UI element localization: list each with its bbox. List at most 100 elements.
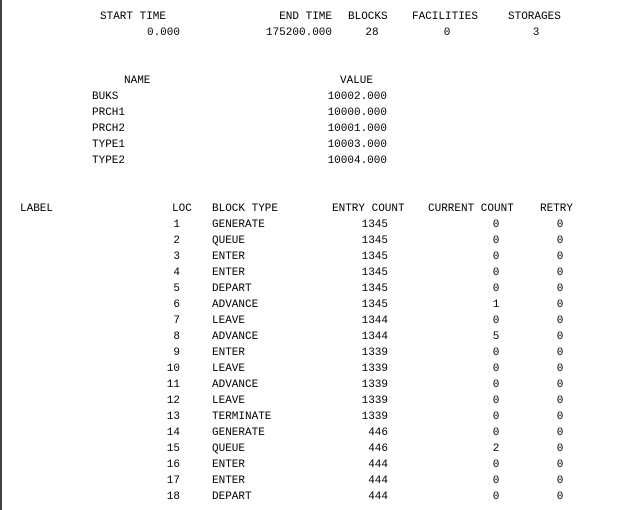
current-count-cell: 0: [492, 459, 500, 471]
start-time-header: START TIME: [100, 11, 167, 23]
retry-cell: 0: [556, 283, 564, 295]
retry-cell: 0: [556, 443, 564, 455]
current-count-cell: 5: [492, 331, 500, 343]
entry-count-cell: 446: [368, 427, 388, 439]
blocks-header: BLOCKS: [348, 11, 388, 23]
entry-count-cell: 1345: [361, 251, 388, 263]
start-time-value: 0.000: [146, 27, 180, 39]
retry-header: RETRY: [540, 203, 574, 215]
current-count-cell: 0: [492, 379, 500, 391]
entry-count-cell: 444: [368, 491, 388, 503]
retry-cell: 0: [556, 267, 564, 279]
name-cell: PRCH2: [92, 123, 126, 135]
current-count-cell: 0: [492, 251, 500, 263]
block-type-cell: DEPART: [212, 283, 252, 295]
block-type-cell: GENERATE: [212, 219, 265, 231]
value-cell: 10002.000: [327, 91, 387, 103]
retry-cell: 0: [556, 475, 564, 487]
loc-cell: 13: [166, 411, 180, 423]
loc-cell: 17: [166, 475, 180, 487]
entry-count-header: ENTRY COUNT: [332, 203, 405, 215]
current-count-cell: 0: [492, 283, 500, 295]
storages-header: STORAGES: [508, 11, 561, 23]
current-count-cell: 0: [492, 475, 500, 487]
block-type-cell: ADVANCE: [212, 379, 259, 391]
loc-header: LOC: [172, 203, 192, 215]
current-count-cell: 0: [492, 427, 500, 439]
retry-cell: 0: [556, 459, 564, 471]
loc-cell: 9: [173, 347, 180, 359]
entry-count-cell: 1345: [361, 235, 388, 247]
loc-cell: 4: [173, 267, 180, 279]
block-type-cell: ENTER: [212, 475, 246, 487]
block-type-cell: LEAVE: [212, 395, 246, 407]
loc-cell: 15: [166, 443, 180, 455]
entry-count-cell: 1345: [361, 219, 388, 231]
loc-cell: 7: [173, 315, 180, 327]
entry-count-cell: 1339: [361, 379, 388, 391]
facilities-value: 0: [443, 27, 451, 39]
block-type-cell: QUEUE: [212, 443, 246, 455]
value-cell: 10003.000: [327, 139, 387, 151]
block-type-header: BLOCK TYPE: [212, 203, 279, 215]
blocks-value: 28: [365, 27, 379, 39]
entry-count-cell: 444: [368, 475, 388, 487]
entry-count-cell: 1344: [361, 331, 388, 343]
block-type-cell: ADVANCE: [212, 299, 259, 311]
end-time-header: END TIME: [279, 11, 332, 23]
entry-count-cell: 1345: [361, 267, 388, 279]
facilities-header: FACILITIES: [412, 11, 479, 23]
current-count-cell: 0: [492, 411, 500, 423]
name-cell: BUKS: [92, 91, 119, 103]
loc-cell: 10: [166, 363, 180, 375]
entry-count-cell: 1339: [361, 411, 388, 423]
name-cell: PRCH1: [92, 107, 126, 119]
loc-cell: 8: [173, 331, 180, 343]
current-count-cell: 0: [492, 235, 500, 247]
loc-cell: 1: [173, 219, 180, 231]
block-type-cell: ENTER: [212, 267, 246, 279]
retry-cell: 0: [556, 299, 564, 311]
loc-cell: 2: [173, 235, 180, 247]
entry-count-cell: 1339: [361, 395, 388, 407]
name-cell: TYPE1: [92, 139, 126, 151]
current-count-cell: 0: [492, 363, 500, 375]
name-header: NAME: [124, 75, 151, 87]
retry-cell: 0: [556, 491, 564, 503]
entry-count-cell: 444: [368, 459, 388, 471]
block-type-cell: ENTER: [212, 251, 246, 263]
retry-cell: 0: [556, 363, 564, 375]
label-header: LABEL: [20, 203, 54, 215]
loc-cell: 14: [166, 427, 180, 439]
storages-value: 3: [532, 27, 540, 39]
retry-cell: 0: [556, 379, 564, 391]
value-cell: 10004.000: [327, 155, 387, 167]
value-header: VALUE: [340, 75, 374, 87]
block-type-cell: ADVANCE: [212, 331, 259, 343]
value-cell: 10001.000: [327, 123, 387, 135]
block-type-cell: GENERATE: [212, 427, 265, 439]
block-type-cell: QUEUE: [212, 235, 246, 247]
loc-cell: 11: [166, 379, 180, 391]
current-count-cell: 2: [492, 443, 500, 455]
retry-cell: 0: [556, 411, 564, 423]
retry-cell: 0: [556, 219, 564, 231]
entry-count-cell: 1345: [361, 283, 388, 295]
loc-cell: 16: [166, 459, 180, 471]
loc-cell: 12: [166, 395, 180, 407]
retry-cell: 0: [556, 235, 564, 247]
loc-cell: 6: [173, 299, 180, 311]
current-count-cell: 0: [492, 219, 500, 231]
block-type-cell: TERMINATE: [212, 411, 272, 423]
name-cell: TYPE2: [92, 155, 126, 167]
block-type-cell: LEAVE: [212, 363, 246, 375]
retry-cell: 0: [556, 331, 564, 343]
value-cell: 10000.000: [327, 107, 387, 119]
retry-cell: 0: [556, 347, 564, 359]
current-count-cell: 0: [492, 315, 500, 327]
loc-cell: 18: [166, 491, 180, 503]
block-type-cell: DEPART: [212, 491, 252, 503]
entry-count-cell: 1339: [361, 347, 388, 359]
block-type-cell: ENTER: [212, 459, 246, 471]
retry-cell: 0: [556, 315, 564, 327]
